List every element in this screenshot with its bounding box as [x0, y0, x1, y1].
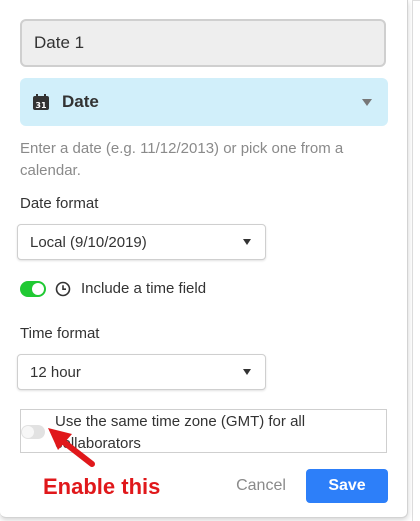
time-format-select[interactable]: 12 hour — [17, 354, 266, 390]
save-button[interactable]: Save — [306, 469, 388, 503]
chevron-down-icon — [243, 239, 251, 245]
include-time-row: Include a time field — [20, 280, 206, 297]
field-editor-panel: Date 1 31 Date Enter a date (e.g. 11/12/… — [0, 0, 408, 518]
time-format-label: Time format — [20, 325, 100, 342]
date-format-value: Local (9/10/2019) — [30, 233, 147, 251]
chevron-down-icon — [243, 369, 251, 375]
svg-text:31: 31 — [35, 101, 47, 110]
help-text: Enter a date (e.g. 11/12/2013) or pick o… — [20, 140, 344, 179]
field-name-input[interactable]: Date 1 — [20, 19, 386, 67]
chevron-down-icon — [362, 98, 372, 106]
date-format-select[interactable]: Local (9/10/2019) — [17, 224, 266, 260]
annotation-arrow-icon — [48, 428, 95, 467]
field-type-select[interactable]: 31 Date — [20, 78, 388, 126]
time-format-value: 12 hour — [30, 363, 81, 381]
toggle-knob — [32, 282, 44, 295]
clock-icon — [55, 281, 71, 296]
include-time-label: Include a time field — [81, 280, 207, 297]
date-format-label: Date format — [20, 195, 99, 212]
field-type-label: Date — [62, 92, 99, 111]
calendar-icon: 31 — [33, 94, 49, 110]
include-time-toggle[interactable] — [20, 280, 46, 297]
background-divider — [412, 0, 413, 521]
cancel-button[interactable]: Cancel — [225, 470, 297, 502]
background-divider-top — [412, 0, 420, 1]
annotation-text: Enable this — [43, 474, 161, 499]
